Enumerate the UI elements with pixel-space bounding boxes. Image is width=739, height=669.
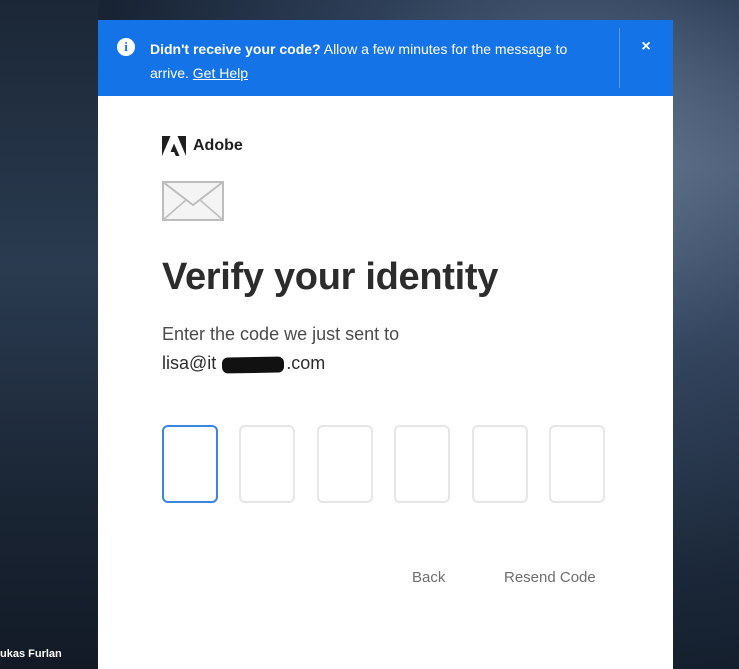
close-icon[interactable]: × <box>633 34 659 60</box>
code-digit-6[interactable] <box>549 425 605 503</box>
email-prefix: lisa@it <box>162 353 217 373</box>
code-digit-3[interactable] <box>317 425 373 503</box>
get-help-link[interactable]: Get Help <box>193 65 248 81</box>
resend-code-button[interactable]: Resend Code <box>504 569 596 586</box>
banner-message: Didn't receive your code? Allow a few mi… <box>150 37 570 85</box>
back-button[interactable]: Back <box>412 569 445 586</box>
email-suffix: .com <box>286 353 326 373</box>
adobe-logo-icon <box>162 136 186 156</box>
redaction-mark <box>221 356 285 374</box>
verify-dialog: i Didn't receive your code? Allow a few … <box>98 20 673 669</box>
code-digit-1[interactable] <box>162 425 218 503</box>
code-digit-2[interactable] <box>239 425 295 503</box>
page-subtitle: Enter the code we just sent to <box>162 324 400 344</box>
info-icon: i <box>117 38 135 56</box>
photo-credit: ukas Furlan <box>0 648 62 660</box>
envelope-icon <box>162 181 224 221</box>
banner-bold-text: Didn't receive your code? <box>150 41 321 57</box>
adobe-logo: Adobe <box>162 136 243 156</box>
code-digit-4[interactable] <box>394 425 450 503</box>
background-left <box>0 0 98 669</box>
page-title: Verify your identity <box>162 256 499 298</box>
code-digit-5[interactable] <box>472 425 528 503</box>
info-banner: i Didn't receive your code? Allow a few … <box>98 20 673 96</box>
brand-name: Adobe <box>193 137 243 154</box>
banner-divider <box>619 28 620 88</box>
